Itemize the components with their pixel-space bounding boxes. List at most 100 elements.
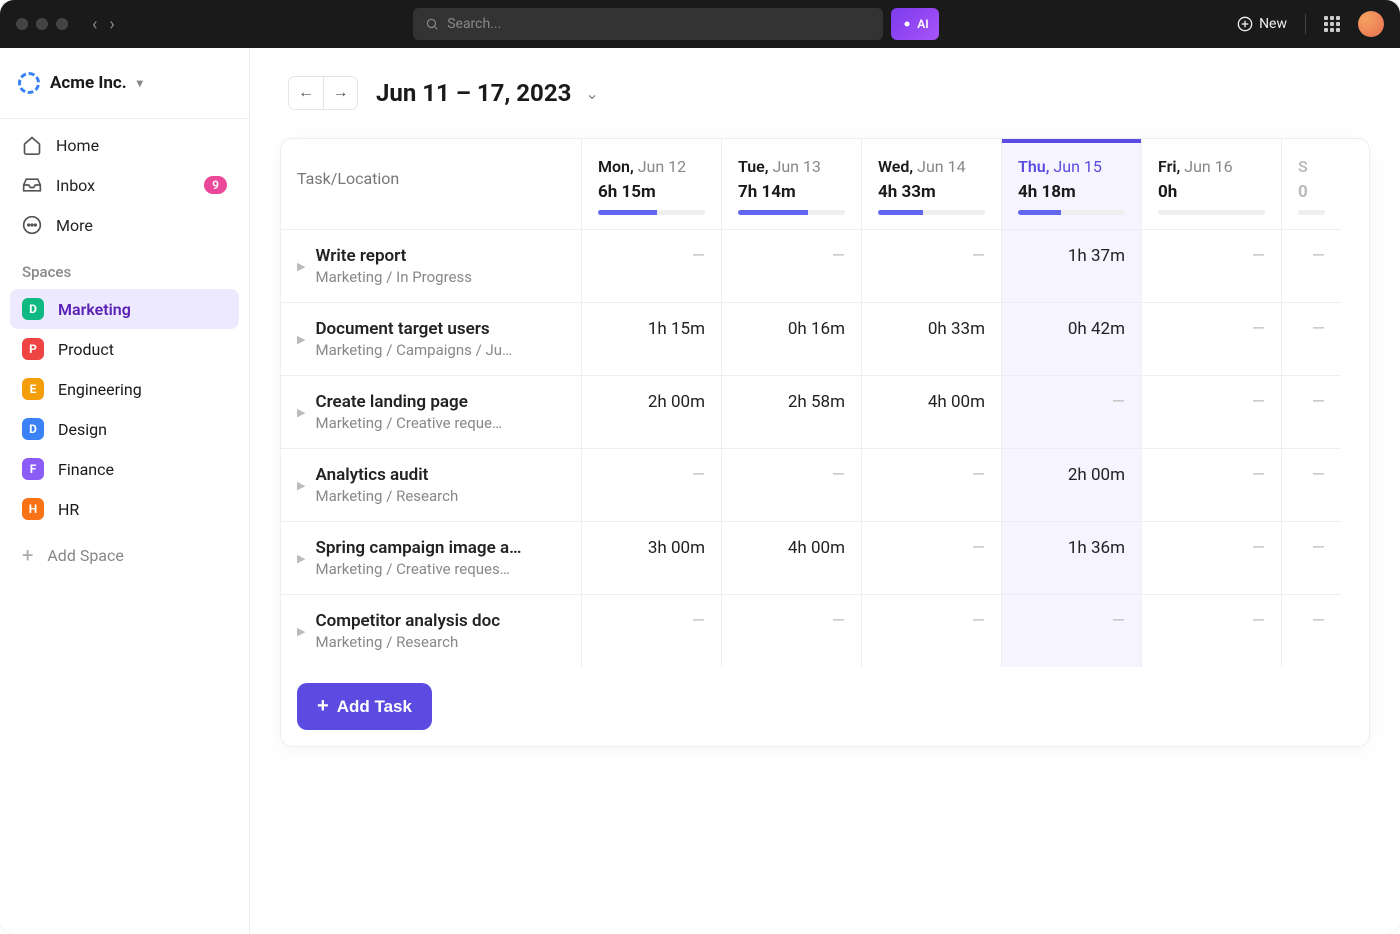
forward-button[interactable]: › [109, 14, 114, 35]
expand-icon[interactable]: ▶ [297, 479, 305, 492]
time-cell-overflow: — [1281, 229, 1341, 302]
sidebar-space-product[interactable]: P Product [10, 329, 239, 369]
time-cell[interactable]: 3h 00m [581, 521, 721, 594]
column-header-day[interactable]: Tue, Jun 137h 14m [721, 139, 861, 229]
ai-button[interactable]: AI [891, 8, 938, 40]
chevron-down-icon: ▾ [137, 76, 143, 90]
new-button[interactable]: New [1237, 16, 1287, 32]
expand-icon[interactable]: ▶ [297, 625, 305, 638]
window-controls[interactable] [16, 18, 68, 30]
sidebar-space-design[interactable]: DDesign [10, 409, 239, 449]
date-nav: ← → [288, 76, 358, 110]
sidebar-space-marketing[interactable]: D Marketing [10, 289, 239, 329]
range-dropdown-icon[interactable]: ⌄ [585, 84, 598, 103]
time-cell[interactable]: — [1141, 521, 1281, 594]
time-cell[interactable]: — [861, 521, 1001, 594]
nav-more[interactable]: More [10, 205, 239, 245]
prev-week-button[interactable]: ← [289, 77, 323, 109]
task-path: Marketing / Campaigns / Ju… [315, 341, 512, 359]
space-label: Product [58, 340, 114, 359]
nav-inbox[interactable]: Inbox 9 [10, 165, 239, 205]
back-button[interactable]: ‹ [92, 14, 97, 35]
time-cell[interactable]: 0h 33m [861, 302, 1001, 375]
expand-icon[interactable]: ▶ [297, 406, 305, 419]
column-header-overflow: S0 [1281, 139, 1341, 229]
column-header-day[interactable]: Thu, Jun 154h 18m [1001, 139, 1141, 229]
nav-home[interactable]: Home [10, 125, 239, 165]
task-path: Marketing / Research [315, 633, 500, 651]
workspace-switcher[interactable]: Acme Inc. ▾ [10, 62, 239, 112]
time-cell[interactable]: — [861, 229, 1001, 302]
time-cell[interactable]: — [581, 594, 721, 667]
spaces-heading: Spaces [10, 245, 239, 289]
time-cell[interactable]: — [581, 229, 721, 302]
time-cell[interactable]: — [581, 448, 721, 521]
space-label: Marketing [58, 300, 131, 319]
sidebar: Acme Inc. ▾ Home Inbox 9 More Spaces D Ma… [0, 48, 250, 934]
time-cell[interactable]: 1h 37m [1001, 229, 1141, 302]
column-header-day[interactable]: Wed, Jun 144h 33m [861, 139, 1001, 229]
time-cell[interactable]: — [1001, 594, 1141, 667]
search-input[interactable]: Search... [413, 8, 883, 40]
time-cell[interactable]: — [721, 229, 861, 302]
time-cell[interactable]: — [861, 594, 1001, 667]
time-cell[interactable]: 1h 36m [1001, 521, 1141, 594]
time-cell-overflow: — [1281, 448, 1341, 521]
column-header-day[interactable]: Fri, Jun 160h [1141, 139, 1281, 229]
avatar[interactable] [1358, 11, 1384, 37]
space-badge-icon: P [22, 338, 44, 360]
task-row-header[interactable]: ▶ Document target users Marketing / Campai… [281, 302, 581, 375]
plus-circle-icon [1237, 16, 1253, 32]
expand-icon[interactable]: ▶ [297, 260, 305, 273]
task-title: Document target users [315, 319, 512, 339]
time-cell[interactable]: 2h 00m [1001, 448, 1141, 521]
space-badge-icon: D [22, 298, 44, 320]
time-cell[interactable]: — [1141, 375, 1281, 448]
apps-icon[interactable] [1324, 16, 1340, 32]
time-cell[interactable]: 4h 00m [721, 521, 861, 594]
time-cell[interactable]: 1h 15m [581, 302, 721, 375]
time-cell[interactable]: 2h 58m [721, 375, 861, 448]
column-header-day[interactable]: Mon, Jun 126h 15m [581, 139, 721, 229]
time-cell[interactable]: — [1141, 229, 1281, 302]
space-badge-icon: E [22, 378, 44, 400]
add-space-button[interactable]: + Add Space [10, 533, 239, 577]
task-row-header[interactable]: ▶Write reportMarketing / In Progress [281, 229, 581, 302]
plus-icon: + [317, 695, 329, 718]
history-nav: ‹ › [92, 14, 115, 35]
sidebar-space-finance[interactable]: FFinance [10, 449, 239, 489]
space-label: Finance [58, 460, 114, 479]
time-cell-overflow: — [1281, 521, 1341, 594]
time-cell[interactable]: — [1001, 375, 1141, 448]
time-cell[interactable]: 0h 42m [1001, 302, 1141, 375]
time-cell[interactable]: — [1141, 594, 1281, 667]
time-cell-overflow: — [1281, 594, 1341, 667]
time-cell[interactable]: — [861, 448, 1001, 521]
plus-icon: + [22, 543, 33, 567]
expand-icon[interactable]: ▶ [297, 552, 305, 565]
date-range: Jun 11 – 17, 2023 [376, 79, 571, 107]
add-task-button[interactable]: + Add Task [297, 683, 432, 730]
task-row-header[interactable]: ▶Spring campaign image a…Marketing / Cre… [281, 521, 581, 594]
sidebar-space-engineering[interactable]: E Engineering [10, 369, 239, 409]
time-cell[interactable]: 4h 00m [861, 375, 1001, 448]
task-row-header[interactable]: ▶Analytics auditMarketing / Research [281, 448, 581, 521]
task-title: Write report [315, 246, 471, 266]
sidebar-space-hr[interactable]: HHR [10, 489, 239, 529]
time-cell[interactable]: — [1141, 302, 1281, 375]
task-row-header[interactable]: ▶Competitor analysis docMarketing / Rese… [281, 594, 581, 667]
inbox-icon [22, 175, 42, 195]
task-row-header[interactable]: ▶Create landing pageMarketing / Creative… [281, 375, 581, 448]
space-label: Engineering [58, 380, 142, 399]
next-week-button[interactable]: → [323, 77, 357, 109]
more-icon [22, 215, 42, 235]
time-cell[interactable]: 0h 16m [721, 302, 861, 375]
main-content: ← → Jun 11 – 17, 2023 ⌄ Task/LocationMon… [250, 48, 1400, 934]
titlebar: ‹ › Search... AI New [0, 0, 1400, 48]
time-cell[interactable]: — [721, 594, 861, 667]
workspace-logo-icon [18, 72, 40, 94]
time-cell[interactable]: 2h 00m [581, 375, 721, 448]
expand-icon[interactable]: ▶ [297, 333, 305, 346]
time-cell[interactable]: — [721, 448, 861, 521]
time-cell[interactable]: — [1141, 448, 1281, 521]
